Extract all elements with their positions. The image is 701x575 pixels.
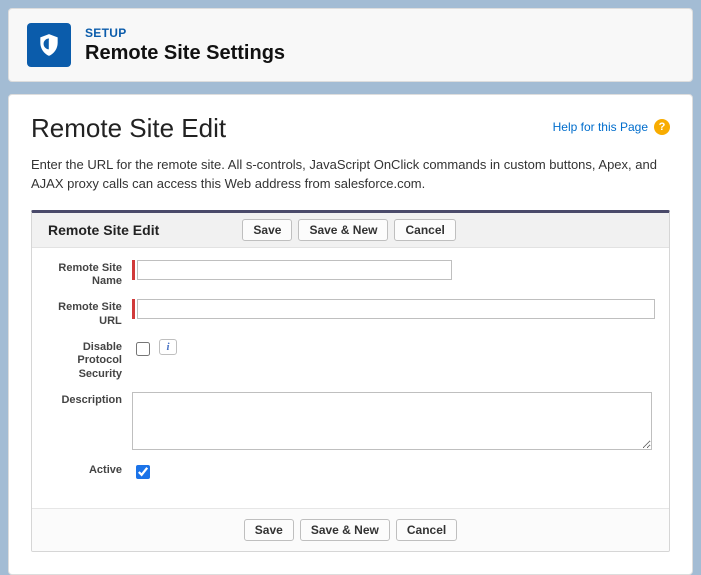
save-button-bottom[interactable]: Save	[244, 519, 294, 541]
required-indicator	[132, 260, 135, 280]
setup-title: Remote Site Settings	[85, 42, 285, 65]
intro-text: Enter the URL for the remote site. All s…	[31, 156, 670, 194]
disable-protocol-security-checkbox[interactable]	[136, 342, 150, 356]
description-textarea[interactable]	[132, 392, 652, 450]
panel-body: Remote Site Name Remote Site URL Disable…	[32, 248, 669, 508]
active-checkbox[interactable]	[136, 465, 150, 479]
help-link[interactable]: Help for this Page	[553, 120, 648, 134]
row-active: Active	[46, 462, 655, 482]
edit-panel: Remote Site Edit Save Save & New Cancel …	[31, 210, 670, 552]
required-indicator	[132, 299, 135, 319]
cancel-button-bottom[interactable]: Cancel	[396, 519, 457, 541]
label-disable-protocol-security: Disable Protocol Security	[46, 339, 132, 382]
save-button[interactable]: Save	[242, 219, 292, 241]
cancel-button[interactable]: Cancel	[394, 219, 455, 241]
page-title: Remote Site Edit	[31, 113, 226, 144]
info-icon[interactable]: i	[159, 339, 177, 355]
row-disable-protocol-security: Disable Protocol Security i	[46, 339, 655, 382]
help-icon[interactable]: ?	[654, 119, 670, 135]
main-card: Remote Site Edit Help for this Page ? En…	[8, 94, 693, 575]
setup-header: SETUP Remote Site Settings	[8, 8, 693, 82]
header-text: SETUP Remote Site Settings	[85, 26, 285, 65]
shield-icon	[27, 23, 71, 67]
remote-site-name-input[interactable]	[137, 260, 452, 280]
remote-site-url-input[interactable]	[137, 299, 655, 319]
panel-head-buttons: Save Save & New Cancel	[159, 219, 539, 241]
help-wrap: Help for this Page ?	[553, 119, 670, 135]
panel-title: Remote Site Edit	[42, 222, 159, 238]
label-remote-site-url: Remote Site URL	[46, 299, 132, 329]
save-and-new-button-bottom[interactable]: Save & New	[300, 519, 390, 541]
row-remote-site-name: Remote Site Name	[46, 260, 655, 290]
label-active: Active	[46, 462, 132, 478]
label-remote-site-name: Remote Site Name	[46, 260, 132, 290]
row-remote-site-url: Remote Site URL	[46, 299, 655, 329]
label-description: Description	[46, 392, 132, 408]
row-description: Description	[46, 392, 655, 450]
panel-head: Remote Site Edit Save Save & New Cancel	[32, 213, 669, 248]
save-and-new-button[interactable]: Save & New	[298, 219, 388, 241]
setup-eyebrow: SETUP	[85, 26, 285, 40]
panel-foot: Save Save & New Cancel	[32, 508, 669, 551]
